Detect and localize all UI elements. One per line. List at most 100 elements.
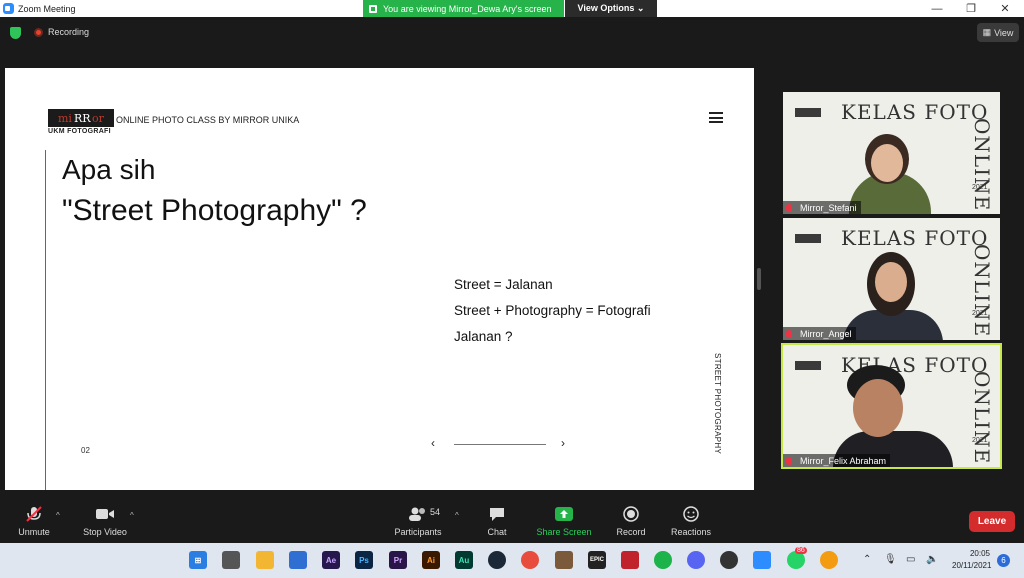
- steam-icon[interactable]: [488, 551, 506, 569]
- whatsapp-badge: 86: [795, 547, 807, 554]
- zoom-app-icon: [3, 3, 14, 14]
- muted-mic-icon: [786, 330, 792, 338]
- recording-label: Recording: [48, 27, 90, 37]
- video-tile[interactable]: KELAS FOTO ONLINE 2021 Mirror_Stefani: [783, 92, 1000, 214]
- record-button[interactable]: Record: [613, 505, 649, 537]
- muted-mic-icon: [26, 506, 42, 522]
- video-options-caret[interactable]: ^: [130, 511, 134, 520]
- video-tile-active-speaker[interactable]: KELAS FOTO ONLINE 2021 Mirror_Felix Abra…: [781, 343, 1002, 469]
- after-effects-icon[interactable]: Ae: [322, 551, 340, 569]
- adobe-reader-icon[interactable]: [621, 551, 639, 569]
- zoom-icon[interactable]: [753, 551, 771, 569]
- tray-expand-icon[interactable]: ⌃: [863, 554, 871, 565]
- chat-icon: [490, 508, 504, 521]
- video-tile[interactable]: KELAS FOTO ONLINE 2021 Mirror_Angel: [783, 218, 1000, 340]
- participant-name: Mirror_Angel: [783, 327, 856, 340]
- slide-vertical-label: STREET PHOTOGRAPHY: [713, 353, 722, 455]
- tile-side-text: ONLINE: [970, 371, 994, 465]
- store-icon[interactable]: [289, 551, 307, 569]
- slide-body-line: Jalanan ?: [454, 329, 513, 344]
- share-screen-icon: [369, 4, 377, 13]
- participant-name: Mirror_Stefani: [783, 201, 861, 214]
- participants-count: 54: [430, 507, 441, 517]
- slide-page-number: 02: [81, 446, 90, 455]
- windows-start-icon[interactable]: ⊞: [189, 551, 207, 569]
- meeting-topbar: [0, 17, 1024, 47]
- unmute-button[interactable]: Unmute: [14, 505, 54, 537]
- stop-video-button[interactable]: Stop Video: [78, 505, 132, 537]
- recording-icon: [34, 28, 43, 37]
- tile-banner: KELAS FOTO: [841, 100, 989, 124]
- share-screen-label: Share Screen: [536, 527, 592, 537]
- share-screen-button[interactable]: Share Screen: [534, 505, 594, 537]
- game-icon[interactable]: [555, 551, 573, 569]
- svg-text:mi: mi: [58, 112, 72, 125]
- window-title: Zoom Meeting: [18, 3, 76, 14]
- screen-share-banner: You are viewing Mirror_Dewa Ary's screen: [363, 0, 564, 17]
- audition-icon[interactable]: Au: [455, 551, 473, 569]
- taskbar-clock[interactable]: 20:05 20/11/2021: [952, 548, 991, 572]
- ccleaner-icon[interactable]: [820, 551, 838, 569]
- explorer-icon[interactable]: [256, 551, 274, 569]
- view-button[interactable]: ▦ View: [977, 23, 1019, 42]
- hamburger-menu-icon[interactable]: [709, 112, 723, 123]
- slide-body-line: Street = Jalanan: [454, 277, 553, 292]
- participants-options-caret[interactable]: ^: [455, 511, 459, 520]
- slide-progress-line: [454, 444, 546, 445]
- svg-text:RR: RR: [74, 112, 91, 125]
- discord-icon[interactable]: [687, 551, 705, 569]
- premiere-icon[interactable]: Pr: [389, 551, 407, 569]
- share-banner-text: You are viewing Mirror_Dewa Ary's screen: [383, 3, 552, 14]
- participant-face: [875, 262, 907, 302]
- illustrator-icon[interactable]: Ai: [422, 551, 440, 569]
- share-screen-icon: [555, 507, 573, 521]
- chat-label: Chat: [487, 527, 507, 537]
- audio-options-caret[interactable]: ^: [56, 511, 60, 520]
- stop-video-label: Stop Video: [83, 527, 127, 537]
- volume-tray-icon[interactable]: 🔈: [926, 554, 938, 565]
- epic-games-icon[interactable]: EPIC: [588, 551, 606, 569]
- reactions-smiley-icon: [683, 506, 699, 522]
- tile-side-text: ONLINE: [970, 118, 994, 212]
- svg-text:or: or: [92, 112, 105, 125]
- grid-icon: ▦: [982, 27, 992, 37]
- photoshop-icon[interactable]: Ps: [355, 551, 373, 569]
- panel-resize-handle[interactable]: [757, 268, 761, 290]
- slide-title-line1: Apa sih: [62, 154, 156, 185]
- record-icon: [623, 506, 639, 522]
- meeting-controls-bar: [0, 497, 1024, 541]
- chrome-icon[interactable]: [521, 551, 539, 569]
- reactions-button[interactable]: Reactions: [668, 505, 714, 537]
- record-label: Record: [616, 527, 646, 537]
- view-button-label: View: [994, 27, 1014, 38]
- tile-year: 2021: [972, 310, 988, 317]
- tile-year: 2021: [972, 437, 988, 444]
- tile-side-text: ONLINE: [970, 244, 994, 338]
- close-button[interactable]: ✕: [988, 0, 1022, 17]
- leave-button[interactable]: Leave: [969, 511, 1015, 532]
- brand-logo: [795, 234, 821, 243]
- unmute-label: Unmute: [18, 527, 50, 537]
- security-shield-icon[interactable]: [10, 27, 21, 39]
- maximize-button[interactable]: ❐: [954, 0, 988, 17]
- clock-time: 20:05: [969, 549, 990, 558]
- obs-icon[interactable]: [720, 551, 738, 569]
- network-tray-icon[interactable]: ▭: [906, 554, 915, 565]
- files-icon[interactable]: [222, 551, 240, 569]
- view-options-button[interactable]: View Options ⌄: [565, 0, 657, 17]
- participant-face: [871, 144, 903, 182]
- slide-next-arrow[interactable]: ›: [561, 436, 565, 450]
- slide-prev-arrow[interactable]: ‹: [431, 436, 435, 450]
- slide-body-line: Street + Photography = Fotografi: [454, 303, 651, 318]
- slide-title-line2: "Street Photography" ?: [62, 194, 367, 227]
- muted-mic-icon: [786, 204, 792, 212]
- slide-header: ONLINE PHOTO CLASS BY MIRROR UNIKA: [116, 115, 300, 125]
- mirror-logo: mi RR or: [48, 109, 114, 127]
- minimize-button[interactable]: —: [920, 0, 954, 17]
- chat-button[interactable]: Chat: [482, 505, 512, 537]
- reactions-label: Reactions: [670, 527, 712, 537]
- notifications-badge[interactable]: 6: [997, 554, 1010, 567]
- tile-banner: KELAS FOTO: [841, 226, 989, 250]
- chat-bubble-icon[interactable]: [654, 551, 672, 569]
- microphone-tray-icon[interactable]: 🎙: [884, 554, 897, 565]
